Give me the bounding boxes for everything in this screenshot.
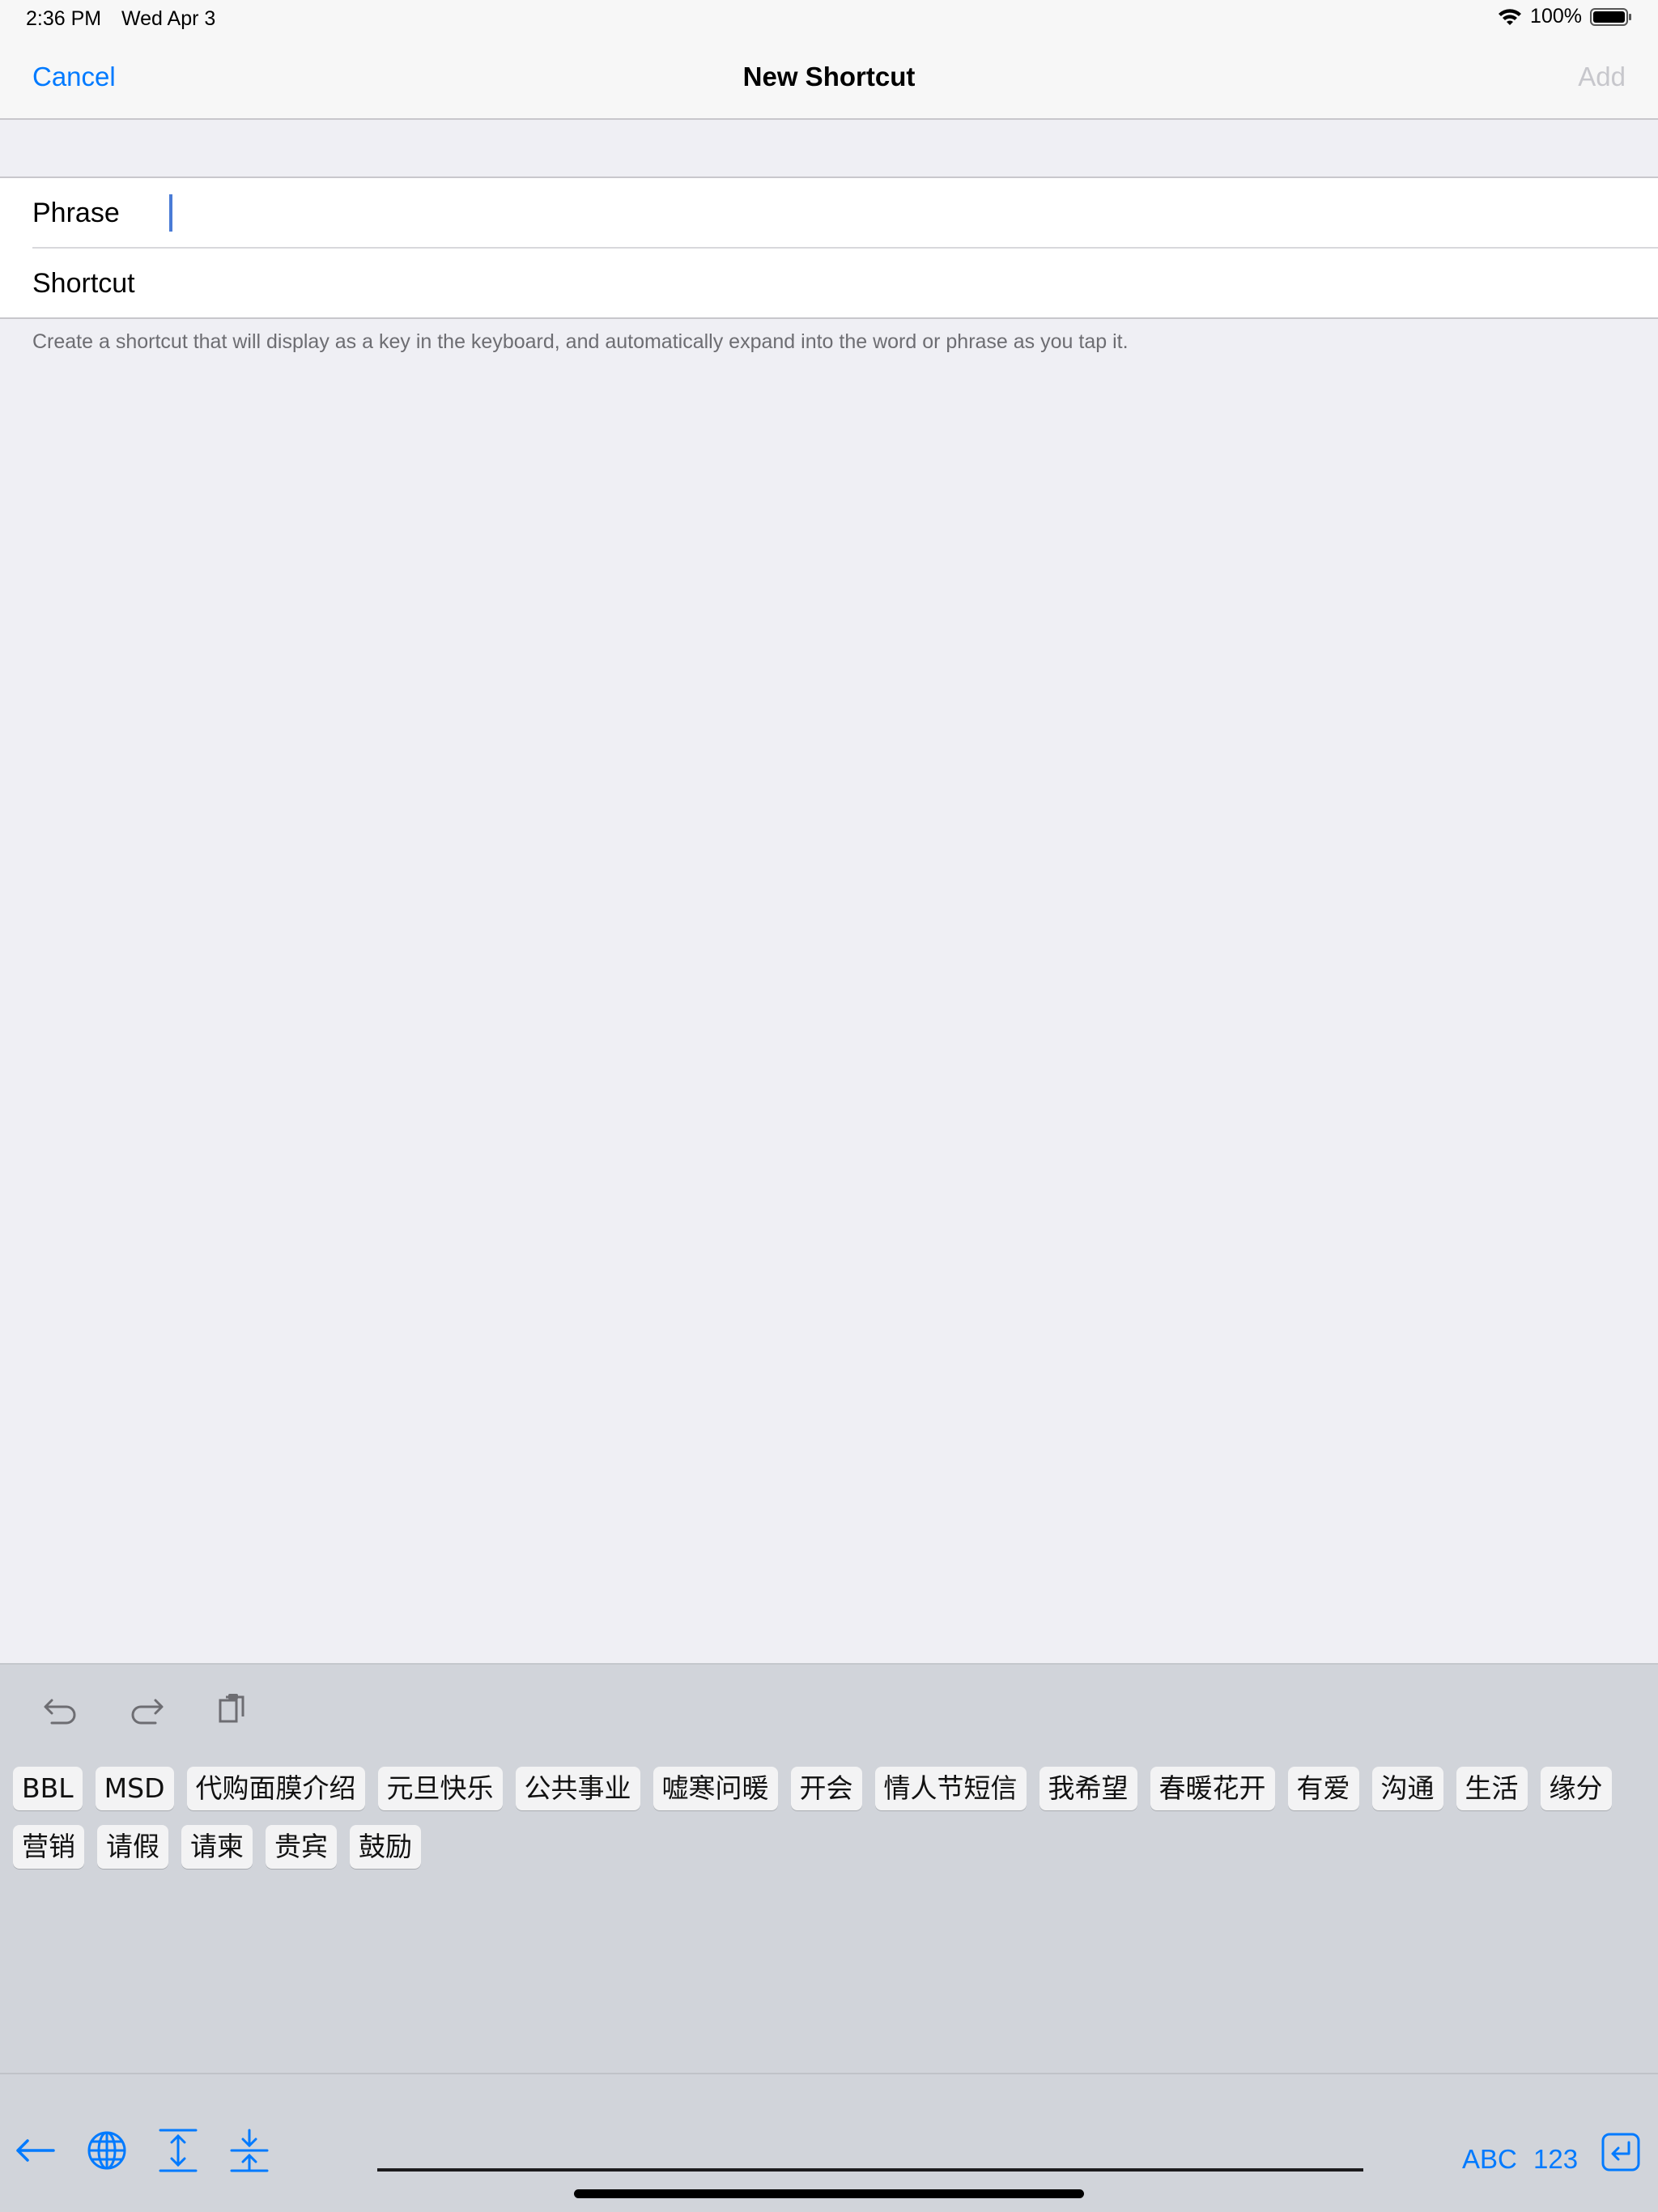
phrase-input[interactable] [170, 188, 1627, 238]
status-bar: 2:36 PM Wed Apr 3 100% [0, 0, 1658, 37]
shortcut-chip[interactable]: 请柬 [181, 1825, 253, 1869]
nav-bar: Cancel New Shortcut Add [0, 37, 1658, 120]
shortcut-chip[interactable]: 贵宾 [266, 1825, 337, 1869]
return-icon[interactable] [1601, 2133, 1640, 2172]
globe-icon[interactable] [86, 2129, 128, 2172]
shortcut-chip[interactable]: 代购面膜介绍 [186, 1767, 365, 1810]
space-bar-line[interactable] [377, 2168, 1363, 2172]
shortcut-chip[interactable]: 我希望 [1039, 1767, 1137, 1810]
shortcut-chip[interactable]: 鼓励 [350, 1825, 421, 1869]
undo-icon[interactable] [40, 1689, 81, 1729]
collapse-icon[interactable] [228, 2128, 270, 2173]
shortcut-row: Shortcut [0, 249, 1658, 319]
shortcut-chip[interactable]: 春暖花开 [1150, 1767, 1275, 1810]
shortcut-chip[interactable]: 嘘寒问暖 [653, 1767, 778, 1810]
phrase-label: Phrase [32, 198, 120, 228]
shortcut-chip[interactable]: 请假 [97, 1825, 168, 1869]
back-arrow-icon[interactable] [15, 2134, 57, 2167]
status-time: 2:36 PM [26, 7, 102, 30]
keyboard: BBL MSD 代购面膜介绍 元旦快乐 公共事业 嘘寒问暖 开会 情人节短信 我希望 春暖花开 有爱… [0, 1663, 1658, 2212]
shortcut-chip[interactable]: MSD [95, 1767, 174, 1810]
shortcut-chip[interactable]: 生活 [1456, 1767, 1528, 1810]
add-button[interactable]: Add [1578, 62, 1626, 92]
shortcut-chip[interactable]: BBL [13, 1767, 83, 1810]
redo-icon[interactable] [126, 1689, 167, 1729]
text-caret [169, 194, 172, 232]
shortcut-chip[interactable]: 元旦快乐 [377, 1767, 503, 1810]
status-date: Wed Apr 3 [121, 7, 216, 30]
keyboard-toolbar [40, 1689, 253, 1729]
phrase-shortcut-list: BBL MSD 代购面膜介绍 元旦快乐 公共事业 嘘寒问暖 开会 情人节短信 我希望 春暖花开 有爱… [13, 1767, 1632, 1869]
battery-icon [1590, 7, 1632, 27]
page-title: New Shortcut [742, 62, 916, 91]
status-right: 100% [1498, 5, 1632, 28]
shortcut-input[interactable] [170, 258, 1627, 308]
shortcut-chip[interactable]: 情人节短信 [874, 1767, 1027, 1810]
battery-percent: 100% [1530, 5, 1582, 28]
expand-icon[interactable] [157, 2128, 199, 2173]
shortcut-chip[interactable]: 开会 [790, 1767, 862, 1810]
home-indicator [574, 2189, 1084, 2198]
phrase-row: Phrase [0, 178, 1658, 249]
shortcut-chip[interactable]: 营销 [13, 1825, 84, 1869]
footer-note: Create a shortcut that will display as a… [32, 330, 1129, 353]
abc-button[interactable]: ABC [1462, 2144, 1517, 2175]
shortcut-chip[interactable]: 公共事业 [515, 1767, 640, 1810]
shortcut-chip[interactable]: 有爱 [1287, 1767, 1359, 1810]
shortcut-form: Phrase Shortcut [0, 177, 1658, 319]
shortcut-chip[interactable]: 缘分 [1540, 1767, 1612, 1810]
shortcut-chip[interactable]: 沟通 [1371, 1767, 1443, 1810]
paste-icon[interactable] [212, 1689, 253, 1729]
shortcut-label: Shortcut [32, 268, 135, 299]
wifi-icon [1498, 7, 1522, 27]
numbers-button[interactable]: 123 [1533, 2144, 1578, 2175]
